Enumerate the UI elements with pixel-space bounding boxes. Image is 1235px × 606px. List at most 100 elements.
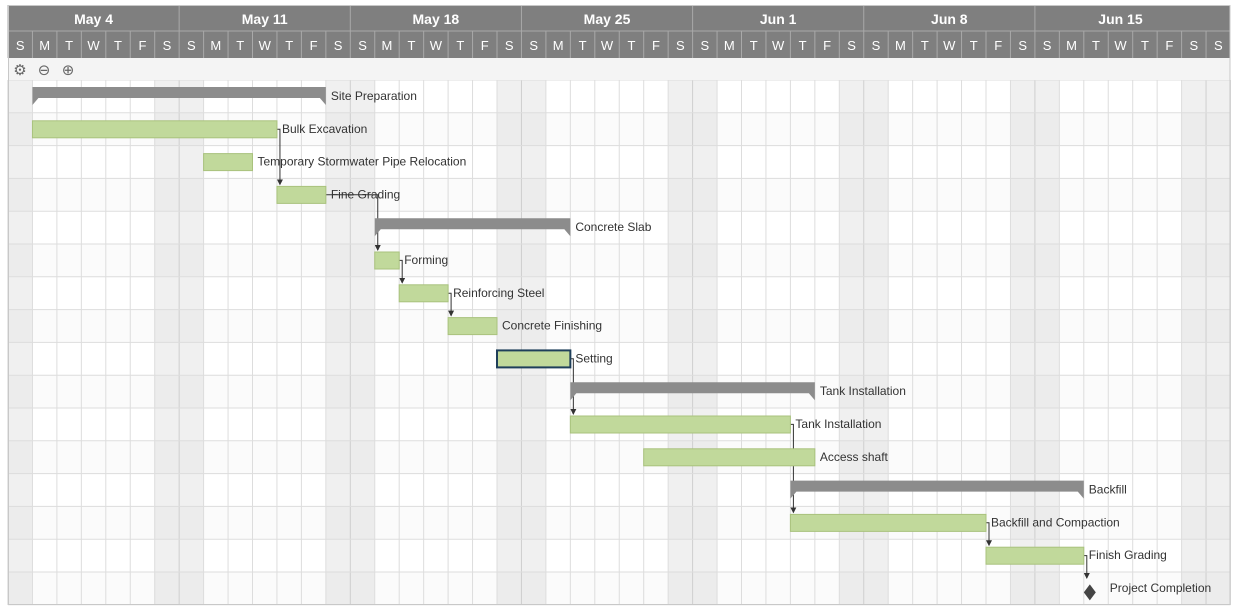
gantt-chart: May 4 May 11 May 18 May 25 Jun 1 Jun 8 Jun 15 S… [0,0,1235,606]
day-label: F [1165,38,1173,53]
task-label: Backfill and Compaction [991,515,1120,529]
task-label: Finish Grading [1089,548,1167,562]
task-row[interactable]: Finish Grading [985,546,1167,565]
day-label: W [772,38,785,53]
task-label: Project Completion [1110,581,1211,595]
selected-task-bar[interactable] [496,349,572,369]
day-label: S [676,38,685,53]
task-label: Bulk Excavation [282,122,367,136]
day-label: F [138,38,146,53]
day-label: S [1043,38,1052,53]
day-label: T [970,38,978,53]
day-label: M [39,38,50,53]
day-label: M [724,38,735,53]
day-label: S [847,38,856,53]
task-row[interactable]: Tank Installation [569,415,881,434]
day-label: T [1092,38,1100,53]
task-label: Concrete Finishing [502,319,602,333]
task-bar[interactable] [31,120,278,139]
task-row[interactable]: Setting [496,349,613,369]
task-row[interactable]: Concrete Finishing [447,317,602,336]
gantt-canvas: May 4 May 11 May 18 May 25 Jun 1 Jun 8 Jun 15 S… [7,5,1231,606]
day-label: T [1141,38,1149,53]
task-row[interactable]: Bulk Excavation [31,120,367,139]
day-label: S [505,38,514,53]
day-label: T [921,38,929,53]
day-label: T [627,38,635,53]
day-label: M [382,38,393,53]
day-label: M [1066,38,1077,53]
day-label: T [799,38,807,53]
task-bar[interactable] [374,251,400,270]
day-label: W [87,38,100,53]
task-label: Tank Installation [820,384,906,398]
day-label: T [579,38,587,53]
day-label: W [259,38,272,53]
day-label: S [1214,38,1223,53]
week-label: Jun 15 [1098,11,1143,27]
day-label: F [652,38,660,53]
day-label: F [994,38,1002,53]
zoom-in-icon[interactable]: ⊕ [62,61,75,79]
task-label: Fine Grading [331,187,400,201]
gear-icon[interactable]: ⚙ [13,61,26,79]
day-label: S [700,38,709,53]
week-label: Jun 8 [931,11,968,27]
task-row[interactable]: Reinforcing Steel [398,284,544,303]
day-label: S [1018,38,1027,53]
day-label: S [358,38,367,53]
day-label: S [872,38,881,53]
task-label: Setting [575,351,612,365]
task-row[interactable]: Temporary Stormwater Pipe Relocation [203,153,467,172]
week-label: Jun 1 [760,11,797,27]
task-label: Backfill [1089,483,1127,497]
task-bar[interactable] [447,317,498,336]
task-label: Temporary Stormwater Pipe Relocation [258,155,467,169]
task-label: Forming [404,253,448,267]
task-row[interactable]: Forming [374,251,448,270]
day-label: T [236,38,244,53]
day-label: M [895,38,906,53]
task-bar[interactable] [569,415,791,434]
day-label: W [1114,38,1127,53]
task-label: Site Preparation [331,89,417,103]
day-label: T [285,38,293,53]
task-bar[interactable] [643,448,816,467]
day-label: T [65,38,73,53]
task-bar[interactable] [398,284,449,303]
day-label: S [1189,38,1198,53]
task-row[interactable]: Backfill and Compaction [789,513,1120,532]
task-bar[interactable] [789,513,987,532]
task-label: Concrete Slab [575,220,651,234]
day-label: S [163,38,172,53]
week-label: May 25 [584,11,631,27]
day-label: S [334,38,343,53]
day-label: W [943,38,956,53]
week-label: May 4 [74,11,113,27]
day-label: S [16,38,25,53]
task-label: Tank Installation [795,417,881,431]
task-bar[interactable] [276,185,327,204]
task-bar[interactable] [985,546,1085,565]
day-label: S [187,38,196,53]
day-label: F [310,38,318,53]
task-label: Reinforcing Steel [453,286,544,300]
day-label: F [823,38,831,53]
day-label: F [481,38,489,53]
day-label: T [750,38,758,53]
zoom-out-icon[interactable]: ⊖ [38,61,51,79]
task-label: Access shaft [820,450,889,464]
day-label: M [210,38,221,53]
week-label: May 11 [242,11,288,27]
day-label: W [430,38,443,53]
day-label: M [553,38,564,53]
task-bar[interactable] [203,153,254,172]
day-label: T [456,38,464,53]
week-label: May 18 [413,11,460,27]
task-row[interactable]: Fine Grading [276,185,400,204]
task-row[interactable]: Access shaft [643,448,889,467]
day-label: W [601,38,614,53]
day-label: T [407,38,415,53]
day-label: T [114,38,122,53]
day-label: S [529,38,538,53]
